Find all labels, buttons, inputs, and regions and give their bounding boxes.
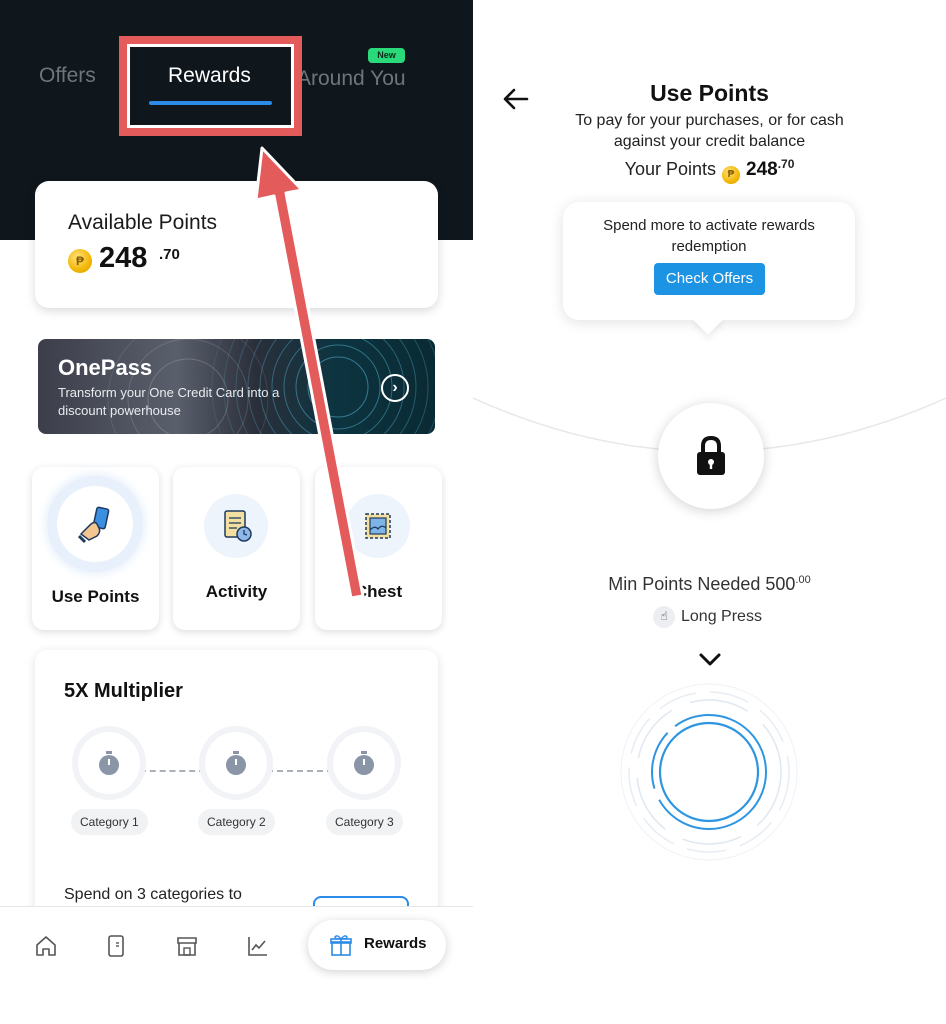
chevron-right-icon[interactable]: › bbox=[381, 374, 409, 402]
tab-around-you[interactable]: Around You bbox=[297, 67, 406, 91]
long-press-hint: ☝ Long Press bbox=[653, 606, 762, 630]
timer-icon bbox=[333, 732, 395, 794]
min-points-needed: Min Points Needed 500.00 bbox=[473, 574, 946, 595]
nav-rewards[interactable]: Rewards bbox=[308, 920, 446, 970]
bottom-nav: Rewards bbox=[0, 906, 473, 1024]
min-points-label: Min Points Needed 500 bbox=[608, 574, 796, 594]
nav-rewards-label: Rewards bbox=[364, 935, 427, 952]
page-title: Use Points bbox=[650, 80, 769, 106]
check-offers-button[interactable]: Check Offers bbox=[654, 263, 765, 295]
background-arc bbox=[473, 397, 946, 453]
gift-icon bbox=[330, 935, 352, 956]
chest-label: Chest bbox=[354, 582, 403, 601]
receipt-clock-icon bbox=[204, 494, 268, 558]
hand-tap-icon: ☝ bbox=[653, 606, 675, 628]
page-subtitle: To pay for your purchases, or for cash a… bbox=[575, 112, 844, 150]
your-points-label: Your Points bbox=[624, 159, 716, 179]
use-points-tile[interactable]: Use Points bbox=[32, 467, 159, 630]
long-press-label: Long Press bbox=[681, 608, 762, 626]
step-connector bbox=[267, 770, 333, 772]
activity-tile[interactable]: Activity bbox=[173, 467, 300, 630]
coin-icon: ₱ bbox=[68, 249, 92, 273]
chart-icon[interactable] bbox=[246, 934, 270, 958]
your-points-decimal: .70 bbox=[777, 157, 795, 171]
category-chip: Category 2 bbox=[198, 809, 275, 835]
available-points-label: Available Points bbox=[68, 211, 218, 234]
tooltip-text: Spend more to activate rewards redemptio… bbox=[603, 217, 815, 255]
new-badge: New bbox=[368, 48, 405, 63]
timer-icon bbox=[205, 732, 267, 794]
min-points-decimal: .00 bbox=[795, 574, 811, 586]
points-decimal: .70 bbox=[159, 246, 180, 263]
home-icon[interactable] bbox=[34, 934, 58, 958]
available-points-card: Available Points ₱ 248 .70 bbox=[35, 181, 438, 308]
lock-icon bbox=[658, 403, 764, 509]
highlight-box bbox=[119, 36, 302, 136]
multiplier-description: Spend on 3 categories to bbox=[64, 886, 242, 903]
points-value: 248 bbox=[99, 242, 148, 274]
tab-offers[interactable]: Offers bbox=[39, 64, 96, 88]
long-press-button[interactable] bbox=[619, 682, 799, 862]
stamp-icon bbox=[346, 494, 410, 558]
use-points-label: Use Points bbox=[51, 587, 140, 606]
coin-icon: ₱ bbox=[722, 166, 740, 184]
rewards-screen: Offers Rewards Around You New Available … bbox=[0, 0, 473, 1024]
activity-label: Activity bbox=[205, 582, 268, 601]
multiplier-title: 5X Multiplier bbox=[64, 680, 183, 702]
store-icon[interactable] bbox=[175, 934, 199, 958]
your-points: Your Points ₱ 248.70 bbox=[473, 157, 946, 184]
rewards-tooltip: Spend more to activate rewards redemptio… bbox=[563, 202, 855, 320]
multiplier-card: 5X Multiplier Category 1 Category 2 Cate… bbox=[35, 650, 438, 950]
chest-tile[interactable]: Chest bbox=[315, 467, 442, 630]
category-chip: Category 3 bbox=[326, 809, 403, 835]
step-connector bbox=[140, 770, 205, 772]
card-icon[interactable] bbox=[104, 934, 128, 958]
onepass-subtitle: Transform your One Credit Card into a di… bbox=[58, 385, 280, 418]
chevron-down-icon bbox=[699, 653, 721, 666]
use-points-screen: Use Points To pay for your purchases, or… bbox=[473, 0, 946, 1024]
hand-card-icon bbox=[57, 486, 133, 562]
onepass-title: OnePass bbox=[58, 355, 153, 380]
onepass-banner[interactable]: OnePass Transform your One Credit Card i… bbox=[38, 339, 435, 434]
timer-icon bbox=[78, 732, 140, 794]
category-chip: Category 1 bbox=[71, 809, 148, 835]
your-points-value: 248 bbox=[746, 159, 778, 180]
